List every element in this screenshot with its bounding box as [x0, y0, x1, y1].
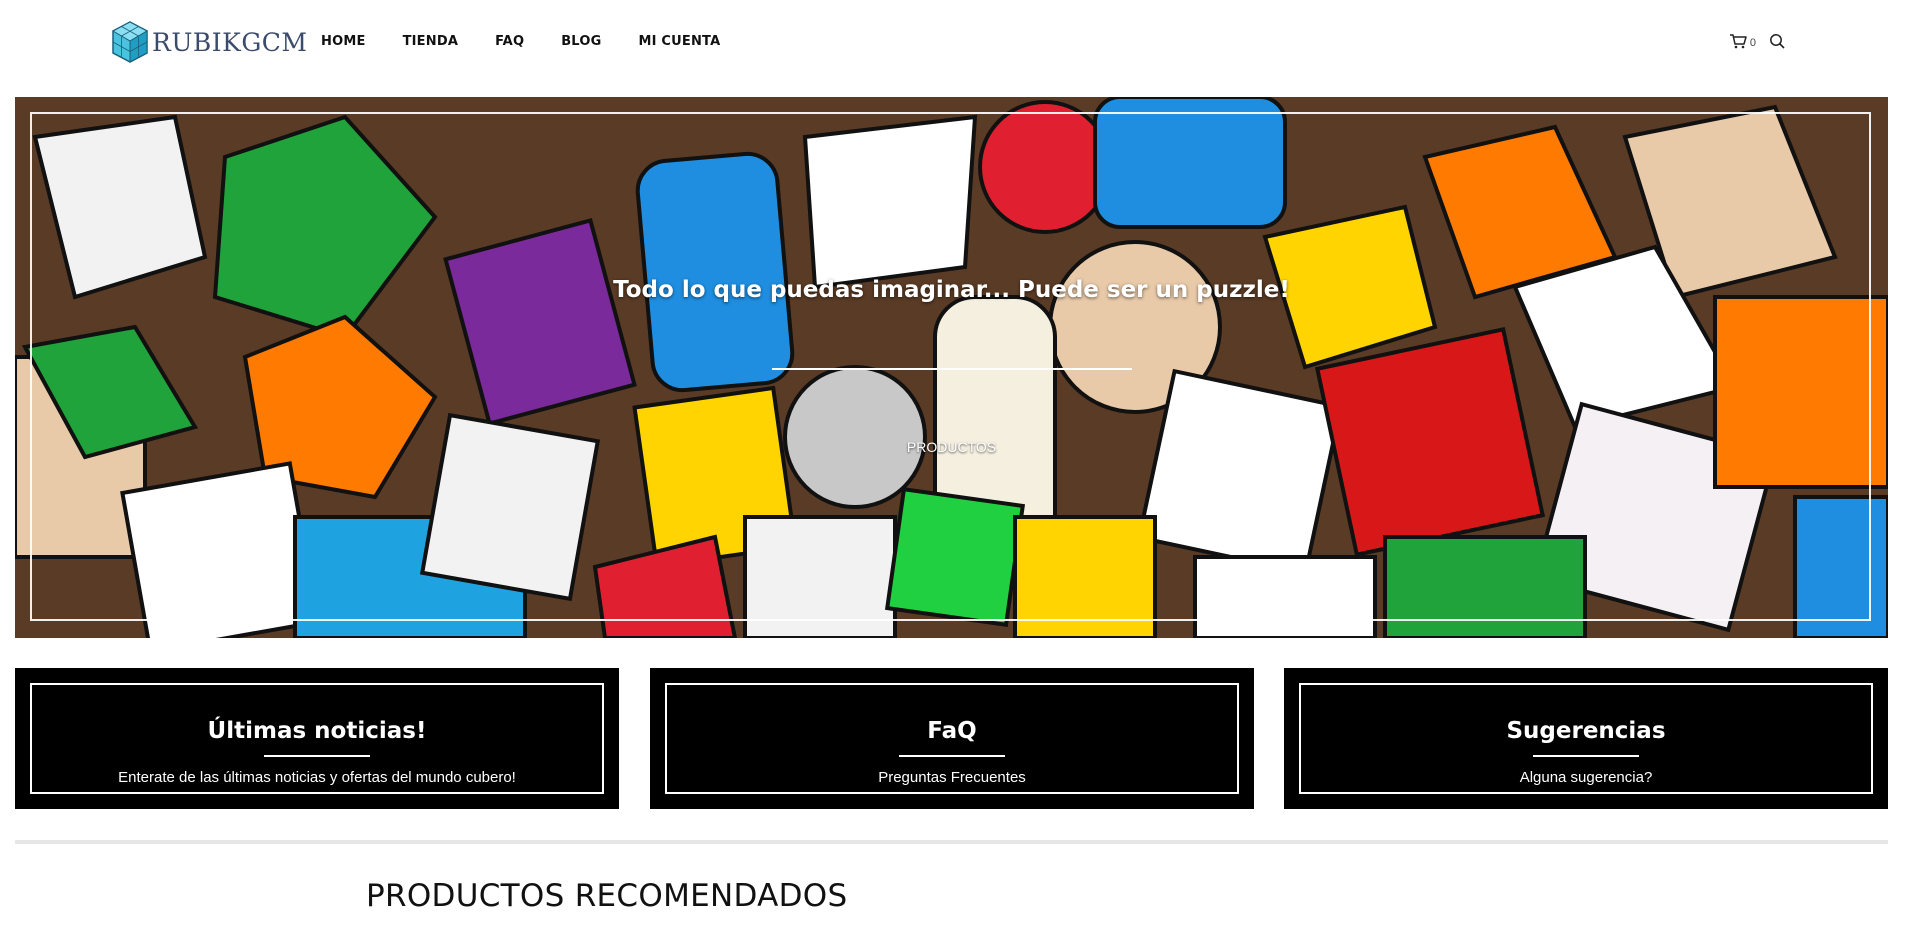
header-tools: 0 — [1729, 33, 1785, 49]
cube-logo-icon — [111, 21, 149, 63]
nav-item-tienda[interactable]: TIENDA — [403, 34, 459, 49]
nav-item-mi-cuenta[interactable]: MI CUENTA — [638, 34, 720, 49]
suggestions-box-rule — [1533, 755, 1639, 757]
nav-item-home[interactable]: HOME — [321, 34, 366, 49]
search-icon — [1770, 34, 1785, 49]
news-box-subtitle: Enterate de las últimas noticias y ofert… — [118, 769, 516, 786]
faq-box-rule — [899, 755, 1005, 757]
hero-divider — [772, 368, 1132, 370]
shopping-cart-icon — [1729, 34, 1747, 49]
site-logo[interactable]: RUBIKGCM — [110, 20, 308, 64]
hero-frame — [30, 112, 1871, 621]
news-box-rule — [264, 755, 370, 757]
news-box-link[interactable]: Últimas noticias! Enterate de las última… — [30, 683, 604, 794]
recommended-products-title: PRODUCTOS RECOMENDADOS — [366, 878, 848, 914]
brand-name: RUBIKGCM — [152, 27, 308, 57]
suggestions-box: Sugerencias Alguna sugerencia? — [1284, 668, 1888, 809]
search-button[interactable] — [1769, 33, 1785, 49]
news-box: Últimas noticias! Enterate de las última… — [15, 668, 619, 809]
suggestions-box-title: Sugerencias — [1506, 718, 1666, 744]
suggestions-box-link[interactable]: Sugerencias Alguna sugerencia? — [1299, 683, 1873, 794]
suggestions-box-subtitle: Alguna sugerencia? — [1519, 769, 1653, 786]
news-box-title: Últimas noticias! — [207, 718, 427, 744]
nav-item-blog[interactable]: BLOG — [561, 34, 601, 49]
faq-box-subtitle: Preguntas Frecuentes — [878, 769, 1026, 786]
cart-count: 0 — [1749, 37, 1756, 49]
productos-button[interactable]: PRODUCTOS — [15, 439, 1888, 455]
cart-button[interactable]: 0 — [1729, 33, 1756, 49]
faq-box: FaQ Preguntas Frecuentes — [650, 668, 1254, 809]
hero-title: Todo lo que puedas imaginar... Puede ser… — [613, 277, 1290, 303]
hero-banner: Todo lo que puedas imaginar... Puede ser… — [15, 97, 1888, 638]
faq-box-link[interactable]: FaQ Preguntas Frecuentes — [665, 683, 1239, 794]
faq-box-title: FaQ — [927, 718, 977, 744]
main-nav: HOME TIENDA FAQ BLOG MI CUENTA — [321, 34, 757, 49]
nav-item-faq[interactable]: FAQ — [495, 34, 524, 49]
site-header: RUBIKGCM HOME TIENDA FAQ BLOG MI CUENTA … — [0, 0, 1905, 88]
section-divider — [15, 840, 1888, 844]
